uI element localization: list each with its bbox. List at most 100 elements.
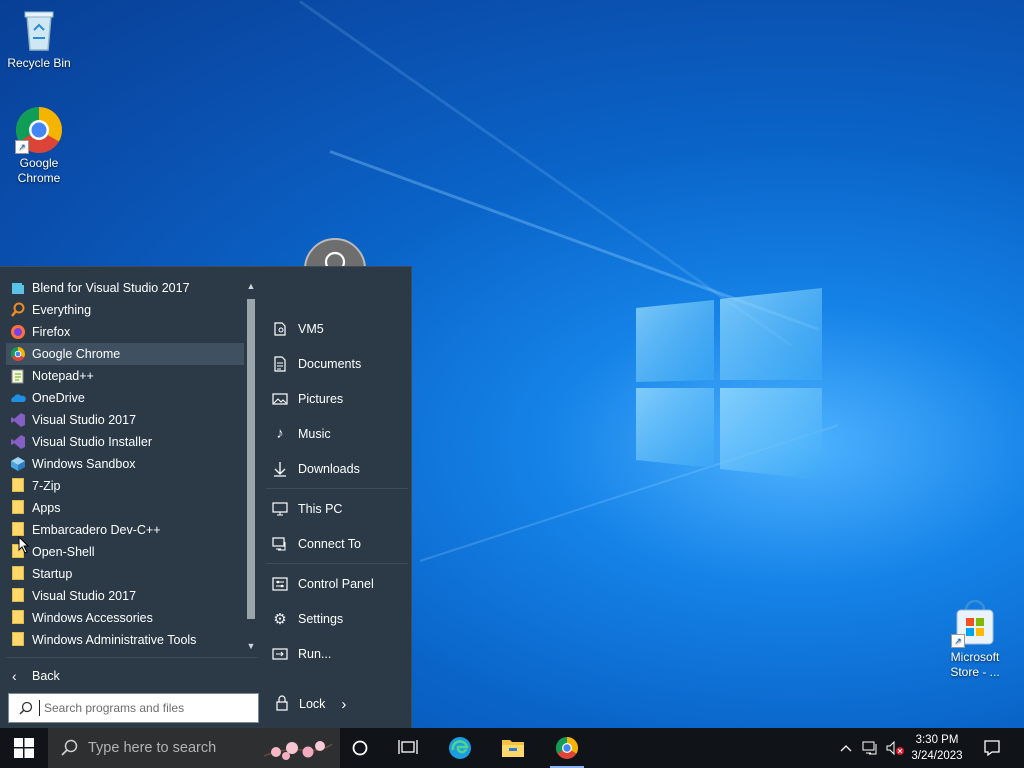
program-item-google-chrome[interactable]: Google Chrome (6, 343, 244, 365)
scroll-down-icon[interactable]: ▼ (244, 639, 258, 653)
mouse-cursor-icon (18, 536, 30, 554)
divider (6, 657, 258, 658)
windows-wallpaper-logo (636, 288, 822, 480)
program-folder-7zip[interactable]: 7-Zip (6, 475, 244, 497)
divider (266, 563, 408, 564)
program-folder-windows-accessories[interactable]: Windows Accessories (6, 607, 244, 629)
visual-studio-icon (10, 412, 26, 428)
desktop-icon-label: Recycle Bin (7, 56, 71, 70)
network-tray-button[interactable] (860, 728, 882, 768)
store-icon: ↗ (951, 599, 999, 648)
notepadpp-icon (10, 368, 26, 384)
taskbar-clock[interactable]: 3:30 PM 3/24/2023 (904, 732, 970, 764)
taskbar: Type here to search 3:30 PM 3/24/2023 (0, 728, 1024, 768)
this-pc-icon (271, 500, 289, 518)
right-item-connect-to[interactable]: Connect To (262, 526, 408, 561)
desktop-icon-recycle-bin[interactable]: Recycle Bin (0, 6, 78, 71)
documents-icon (271, 355, 289, 373)
connect-to-icon (271, 535, 289, 553)
right-item-control-panel[interactable]: Control Panel (262, 566, 408, 601)
network-icon (862, 741, 877, 755)
right-item-pictures[interactable]: Pictures (262, 381, 408, 416)
show-hidden-icons-button[interactable] (836, 728, 856, 768)
program-item-visual-studio-installer[interactable]: Visual Studio Installer (6, 431, 244, 453)
right-item-music[interactable]: ♪ Music (262, 416, 408, 451)
divider (266, 488, 408, 489)
right-item-vm5[interactable]: VM5 (262, 311, 408, 346)
folder-icon (10, 500, 26, 516)
right-item-run[interactable]: Run... (262, 636, 408, 671)
scrollbar-thumb[interactable] (247, 299, 255, 619)
desktop-icon-microsoft-store[interactable]: ↗ Microsoft Store - ... (936, 599, 1014, 680)
right-item-documents[interactable]: Documents (262, 346, 408, 381)
lock-icon (274, 695, 292, 713)
program-list-scrollbar[interactable]: ▲ ▼ (244, 277, 258, 653)
sandbox-icon (10, 456, 26, 472)
start-button[interactable] (0, 728, 48, 768)
control-panel-icon (271, 575, 289, 593)
pictures-icon (271, 390, 289, 408)
action-center-button[interactable] (978, 728, 1006, 768)
volume-tray-button[interactable] (884, 728, 906, 768)
notification-icon (984, 740, 1000, 757)
text-caret (39, 700, 40, 716)
program-folder-startup[interactable]: Startup (6, 563, 244, 585)
chevron-left-icon: ‹ (12, 668, 17, 684)
program-item-firefox[interactable]: Firefox (6, 321, 244, 343)
everything-icon (10, 302, 26, 318)
edge-taskbar-button[interactable] (437, 728, 483, 768)
downloads-icon (271, 460, 289, 478)
program-folder-visual-studio-2017[interactable]: Visual Studio 2017 (6, 585, 244, 607)
start-menu: Blend for Visual Studio 2017 Everything … (0, 266, 412, 729)
settings-icon: ⚙ (273, 610, 287, 628)
chrome-icon (556, 737, 578, 759)
right-item-this-pc[interactable]: This PC (262, 491, 408, 526)
windows-logo-icon (14, 738, 34, 758)
program-folder-embarcadero[interactable]: Embarcadero Dev-C++ (6, 519, 244, 541)
chrome-taskbar-button[interactable] (544, 728, 590, 768)
program-item-everything[interactable]: Everything (6, 299, 244, 321)
file-explorer-icon (502, 740, 524, 757)
task-view-icon (398, 740, 418, 754)
program-item-notepadpp[interactable]: Notepad++ (6, 365, 244, 387)
cherry-blossom-icon (263, 741, 333, 760)
shortcut-arrow-icon: ↗ (951, 634, 965, 648)
program-folder-windows-admin-tools[interactable]: Windows Administrative Tools (6, 629, 244, 651)
chrome-icon: ↗ (15, 106, 63, 154)
music-icon: ♪ (276, 425, 284, 442)
chevron-right-icon[interactable]: › (341, 696, 346, 713)
program-item-blend[interactable]: Blend for Visual Studio 2017 (6, 277, 244, 299)
back-button[interactable]: ‹ Back (6, 665, 246, 687)
user-folder-icon (271, 320, 289, 338)
taskbar-search-box[interactable]: Type here to search (48, 728, 340, 768)
program-folder-apps[interactable]: Apps (6, 497, 244, 519)
cortana-button[interactable] (337, 728, 383, 768)
firefox-icon (10, 324, 26, 340)
visual-studio-installer-icon (10, 434, 26, 450)
cortana-icon (352, 740, 368, 756)
onedrive-icon (10, 390, 26, 406)
desktop-icon-google-chrome[interactable]: ↗ Google Chrome (0, 106, 78, 186)
right-item-settings[interactable]: ⚙ Settings (262, 601, 408, 636)
file-explorer-taskbar-button[interactable] (490, 728, 536, 768)
program-item-windows-sandbox[interactable]: Windows Sandbox (6, 453, 244, 475)
clock-date: 3/24/2023 (911, 750, 963, 762)
search-icon (19, 701, 33, 715)
edge-icon (449, 737, 471, 759)
program-folder-open-shell[interactable]: Open-Shell (6, 541, 244, 563)
desktop-icon-label: Google Chrome (17, 156, 61, 185)
right-item-downloads[interactable]: Downloads (262, 451, 408, 486)
recycle-bin-icon (15, 6, 63, 54)
lock-button[interactable]: Lock › (262, 695, 346, 713)
run-icon (271, 645, 289, 663)
task-view-button[interactable] (385, 728, 431, 768)
shortcut-arrow-icon: ↗ (15, 140, 29, 154)
folder-icon (10, 478, 26, 494)
folder-icon (10, 632, 26, 648)
start-search-input[interactable]: Search programs and files (8, 693, 259, 723)
program-item-visual-studio-2017[interactable]: Visual Studio 2017 (6, 409, 244, 431)
start-right-column: VM5 Documents Pictures ♪ Music Downloads… (262, 311, 408, 671)
program-item-onedrive[interactable]: OneDrive (6, 387, 244, 409)
scroll-up-icon[interactable]: ▲ (244, 279, 258, 293)
folder-icon (10, 610, 26, 626)
